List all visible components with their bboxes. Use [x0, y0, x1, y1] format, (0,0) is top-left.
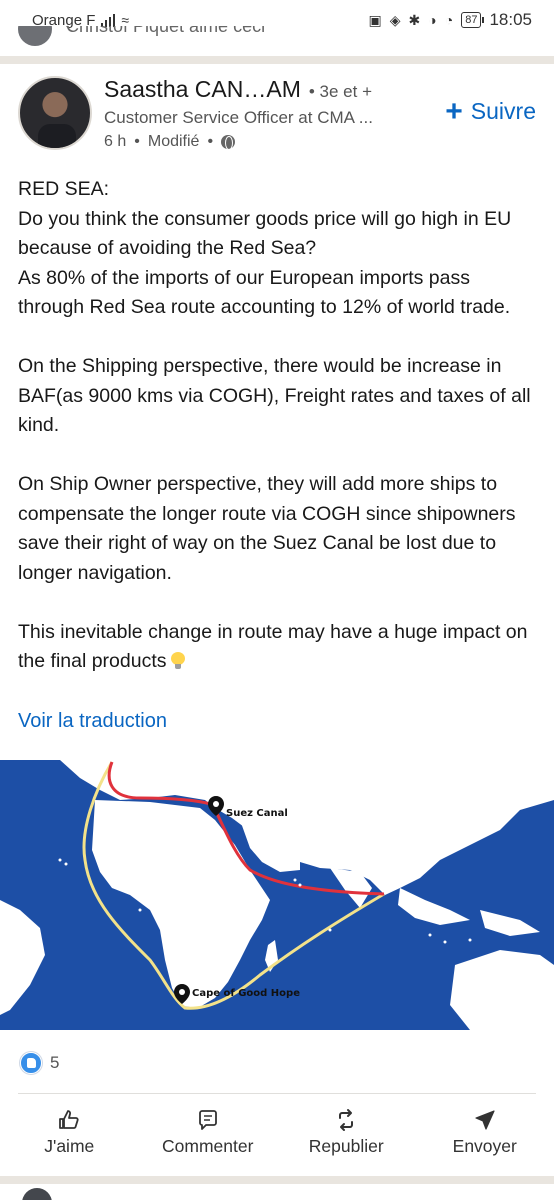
author-avatar[interactable] — [18, 76, 92, 150]
actions-divider — [18, 1093, 536, 1094]
send-button[interactable]: Envoyer — [420, 1102, 550, 1166]
post-image-map[interactable]: Suez Canal Cape of Good Hope — [0, 760, 554, 1030]
like-button[interactable]: J'aime — [4, 1102, 134, 1166]
meta-separator: • — [134, 133, 140, 150]
comment-label: Commenter — [162, 1136, 254, 1156]
connection-degree: • 3e et + — [308, 82, 372, 101]
previous-avatar — [18, 26, 52, 46]
repost-button[interactable]: Republier — [281, 1102, 411, 1166]
follow-label: Suivre — [470, 98, 536, 124]
meta-separator: • — [207, 133, 214, 150]
post-header: Saastha CAN…AM • 3e et + Customer Servic… — [18, 76, 540, 164]
follow-button[interactable]: + Suivre — [445, 94, 536, 128]
post-body[interactable]: RED SEA: Do you think the consumer goods… — [18, 175, 538, 677]
signal-icon — [101, 13, 116, 27]
post-action-bar: J'aime Commenter Republier Envoyer — [0, 1102, 554, 1166]
next-post-avatar — [22, 1188, 52, 1200]
post-meta: 6 h • Modifié • — [104, 133, 540, 151]
reactions-count: 5 — [50, 1053, 60, 1072]
post-paragraph: This inevitable change in route may have… — [18, 618, 538, 677]
plus-icon: + — [445, 94, 463, 128]
cape-of-good-hope-label: Cape of Good Hope — [192, 988, 300, 999]
send-label: Envoyer — [452, 1136, 517, 1156]
land-africa — [92, 800, 270, 1008]
comment-button[interactable]: Commenter — [143, 1102, 273, 1166]
lightbulb-icon — [170, 652, 185, 670]
globe-icon — [221, 135, 236, 150]
post-paragraph-text: This inevitable change in route may have… — [18, 620, 528, 673]
comment-icon — [198, 1110, 217, 1130]
edited-label: Modifié — [147, 133, 200, 150]
see-translation-link[interactable]: Voir la traduction — [18, 710, 167, 733]
post-paragraph: RED SEA: Do you think the consumer goods… — [18, 178, 512, 318]
post-paragraph: On the Shipping perspective, there would… — [18, 355, 531, 436]
repost-label: Republier — [308, 1136, 384, 1156]
feed-separator-bottom — [0, 1176, 554, 1184]
feed-separator — [0, 56, 554, 64]
author-name[interactable]: Saastha CAN…AM — [104, 76, 301, 103]
suez-pin-icon — [208, 796, 224, 816]
like-label: J'aime — [44, 1136, 95, 1156]
land-south-america — [0, 900, 45, 1015]
previous-post-text: Christof Piquet aime ceci — [66, 26, 266, 36]
previous-post-remnant: Christof Piquet aime ceci — [18, 26, 536, 48]
reactions-summary[interactable]: 5 — [20, 1052, 59, 1074]
post-paragraph: On Ship Owner perspective, they will add… — [18, 473, 516, 584]
like-reaction-icon — [20, 1052, 42, 1074]
thumbs-up-icon — [59, 1110, 79, 1129]
send-icon — [475, 1110, 495, 1130]
land-se-asia — [398, 888, 540, 936]
land-australia — [450, 950, 554, 1030]
suez-canal-label: Suez Canal — [226, 808, 288, 819]
post-time: 6 h — [104, 133, 127, 150]
next-post-remnant — [22, 1188, 536, 1200]
repost-icon — [339, 1109, 354, 1131]
